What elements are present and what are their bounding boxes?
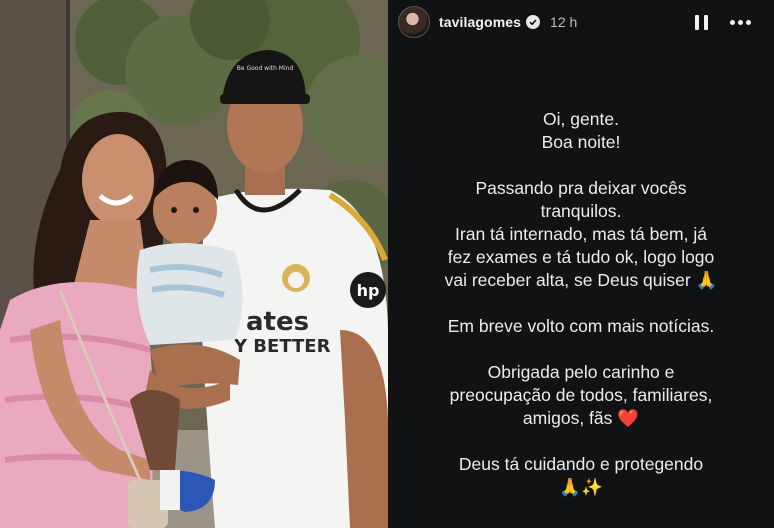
story-line: preocupação de todos, familiares, [449, 385, 713, 405]
story-line: Passando pra deixar vocês [475, 178, 687, 198]
story-line: Em breve volto com mais notícias. [447, 316, 715, 336]
story-line: Boa noite! [541, 132, 621, 152]
cap-text: Be Good with Mind [237, 65, 294, 72]
pause-icon [694, 14, 699, 30]
story-line: Obrigada pelo carinho e [487, 362, 675, 382]
story-line: fez exames e tá tudo ok, logo logo [447, 247, 715, 267]
timestamp: 12 h [550, 14, 578, 30]
story-text: Oi, gente. Boa noite! Passando pra deixa… [388, 108, 774, 499]
story-line: 🙏✨ [559, 477, 603, 497]
pause-button[interactable] [692, 13, 710, 31]
family-photo: Be Good with Mind hp ates Y BETTER [0, 0, 388, 528]
sponsor-logo: hp [357, 281, 380, 300]
jersey-text-1: ates [246, 307, 309, 337]
more-options-icon [729, 19, 735, 25]
more-options-button[interactable] [728, 13, 752, 31]
story-line: tranquilos. [540, 201, 622, 221]
photo-illustration: Be Good with Mind hp ates Y BETTER [0, 0, 388, 528]
story-line: Iran tá internado, mas tá bem, já [455, 224, 707, 244]
story-line: vai receber alta, se Deus quiser 🙏 [444, 270, 718, 290]
verified-badge-icon [526, 15, 541, 29]
story-header: tavilagomes 12 h [388, 0, 774, 44]
story-line: Deus tá cuidando e protegendo [458, 454, 704, 474]
story-line: Oi, gente. [543, 109, 619, 129]
username[interactable]: tavilagomes [439, 14, 521, 30]
story-line: amigos, fãs ❤️ [522, 408, 640, 428]
story-panel: tavilagomes 12 h Oi, gente. Boa noite! P… [388, 0, 774, 528]
jersey-text-2: Y BETTER [233, 336, 331, 357]
avatar[interactable] [398, 6, 430, 38]
